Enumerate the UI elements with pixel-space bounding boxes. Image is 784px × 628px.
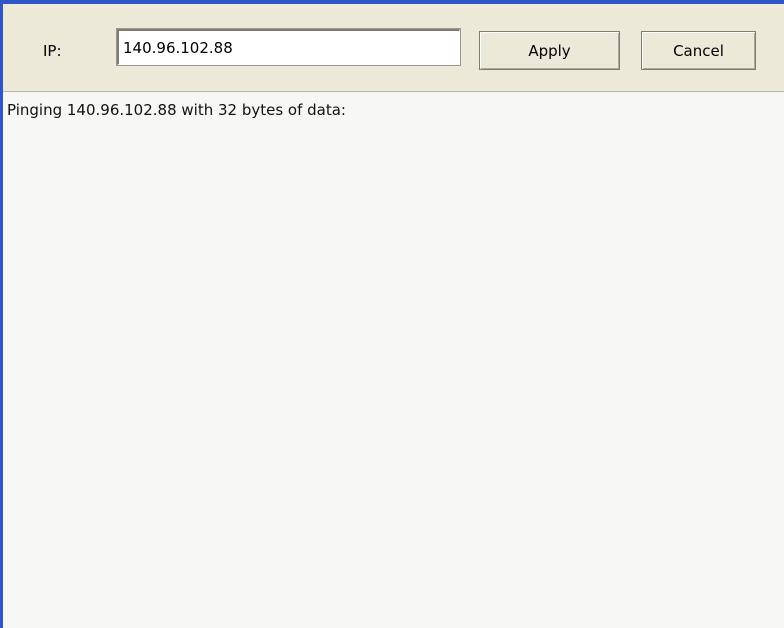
- ip-input[interactable]: [116, 28, 461, 66]
- apply-button[interactable]: Apply: [479, 31, 620, 70]
- ping-window: IP: Apply Cancel Pinging 140.96.102.88 w…: [0, 0, 784, 628]
- ping-output: Pinging 140.96.102.88 with 32 bytes of d…: [7, 101, 346, 119]
- cancel-button[interactable]: Cancel: [641, 31, 756, 70]
- toolbar: IP: Apply Cancel: [3, 4, 784, 92]
- ip-label: IP:: [43, 42, 62, 60]
